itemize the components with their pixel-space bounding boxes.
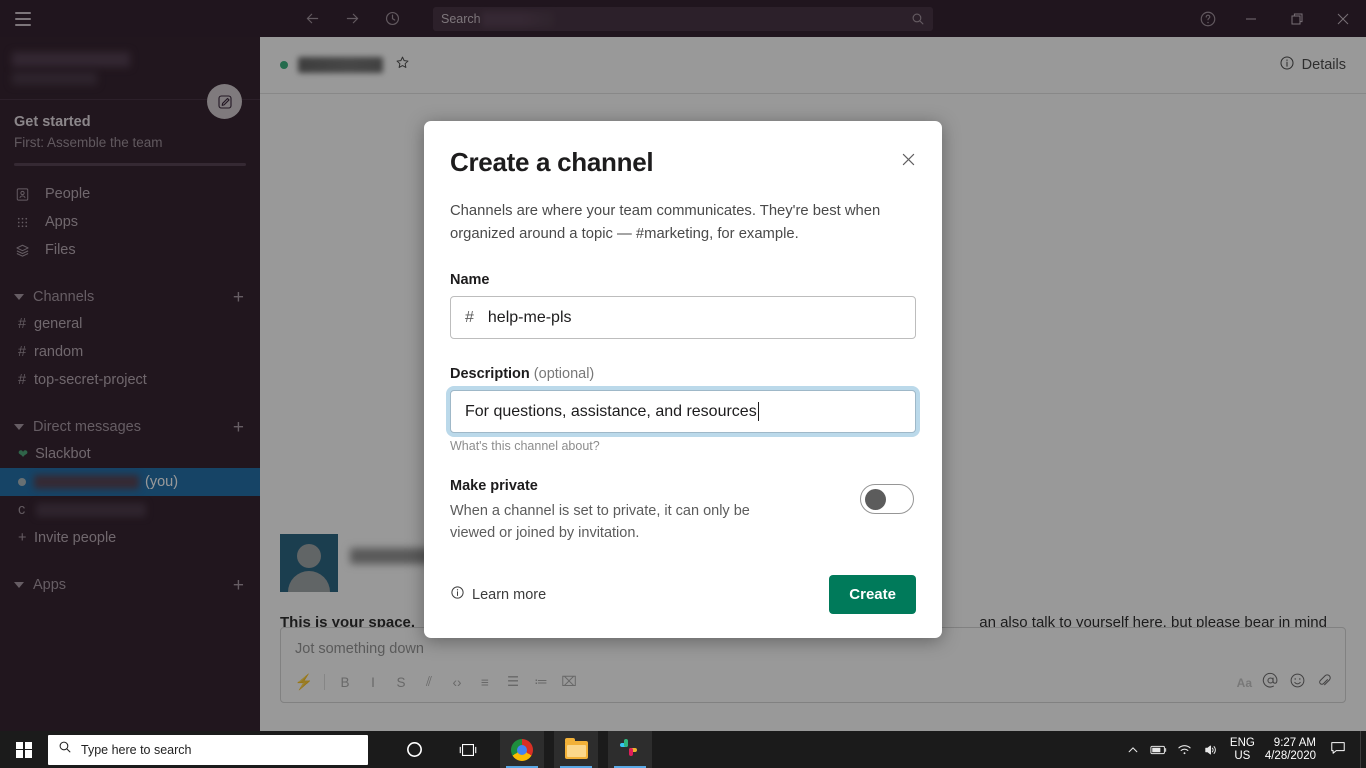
text-cursor [757, 402, 759, 421]
description-field-label: Description (optional) [450, 366, 916, 382]
channel-description-input[interactable]: For questions, assistance, and resources [450, 390, 916, 433]
dialog-footer: Learn more Create [450, 575, 916, 614]
windows-logo-icon[interactable] [0, 731, 48, 768]
battery-icon[interactable] [1146, 744, 1172, 756]
channel-name-input[interactable]: # help-me-pls [450, 296, 916, 339]
taskbar-pinned-items [392, 731, 652, 768]
volume-icon[interactable] [1198, 743, 1224, 757]
language-line1: ENG [1229, 736, 1255, 749]
wifi-icon[interactable] [1172, 743, 1198, 756]
make-private-row: Make private When a channel is set to pr… [450, 478, 916, 544]
dialog-title: Create a channel [450, 147, 654, 177]
cortana-circle-icon[interactable] [392, 731, 436, 768]
description-label-text: Description [450, 366, 530, 382]
create-button[interactable]: Create [829, 575, 916, 614]
make-private-description: When a channel is set to private, it can… [450, 503, 750, 541]
hash-icon: # [465, 308, 474, 326]
learn-more-link[interactable]: Learn more [450, 585, 546, 604]
clock-date: 4/28/2020 [1264, 749, 1316, 762]
taskbar-search-input[interactable]: Type here to search [48, 734, 368, 765]
clock[interactable]: 9:27 AM 4/28/2020 [1265, 737, 1316, 763]
taskbar-search-placeholder: Type here to search [81, 742, 192, 757]
channel-description-value: For questions, assistance, and resources [465, 402, 757, 420]
language-indicator[interactable]: ENG US [1230, 737, 1255, 763]
learn-more-label: Learn more [472, 586, 547, 603]
show-desktop-button[interactable] [1360, 731, 1366, 768]
file-explorer-icon[interactable] [554, 731, 598, 768]
toggle-knob [865, 489, 886, 510]
windows-taskbar: Type here to search ENG US 9:27 AM 4/28/… [0, 731, 1366, 768]
chrome-icon[interactable] [500, 731, 544, 768]
system-tray: ENG US 9:27 AM 4/28/2020 [1120, 731, 1366, 768]
make-private-toggle[interactable] [860, 484, 914, 514]
create-channel-dialog: Create a channel Channels are where your… [424, 121, 942, 638]
language-line2: US [1234, 749, 1251, 762]
notification-icon[interactable] [1330, 740, 1346, 760]
name-field-label: Name [450, 272, 490, 288]
dialog-description: Channels are where your team communicate… [450, 203, 881, 242]
task-view-icon[interactable] [446, 731, 490, 768]
channel-name-value: help-me-pls [487, 308, 572, 326]
chevron-up-icon[interactable] [1120, 744, 1146, 756]
slack-desktop-app: Search Get started First: Assemble the t… [0, 0, 1366, 768]
description-hint: What's this channel about? [450, 439, 600, 453]
description-optional-text: (optional) [533, 366, 595, 382]
slack-icon[interactable] [608, 731, 652, 768]
info-circle-icon [450, 585, 465, 604]
make-private-title: Make private [450, 478, 538, 494]
search-icon [58, 740, 72, 759]
clock-time: 9:27 AM [1273, 736, 1316, 749]
close-icon[interactable] [896, 147, 920, 171]
